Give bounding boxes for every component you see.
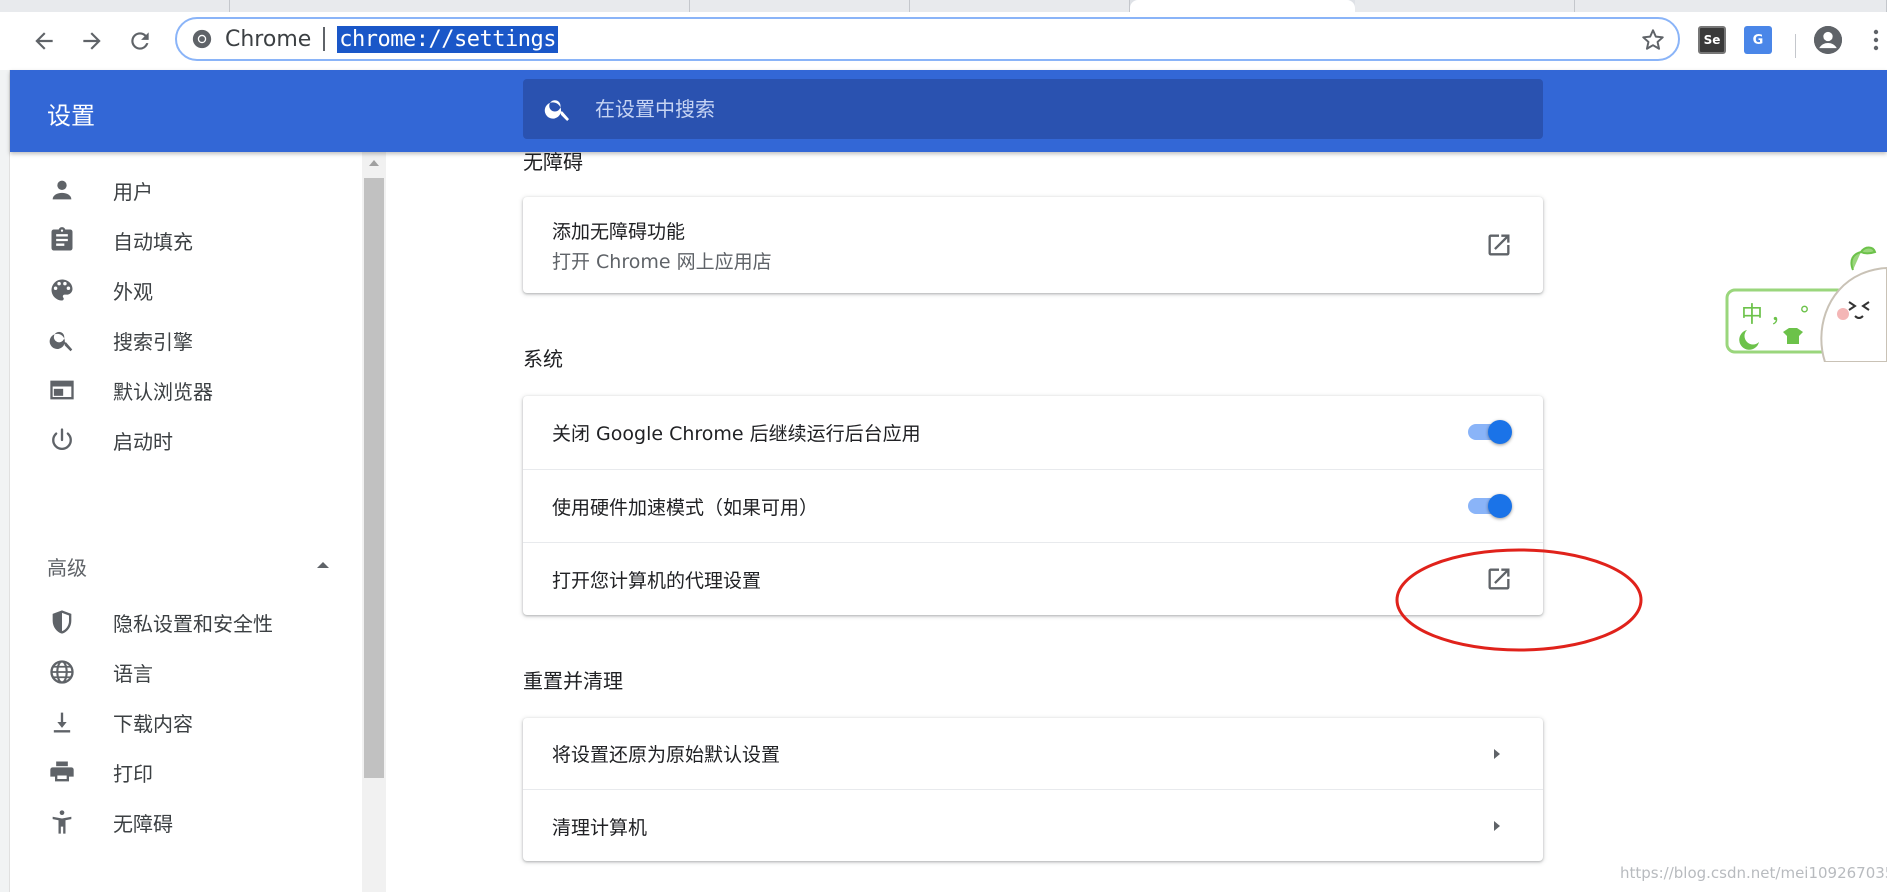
forward-button[interactable]	[76, 25, 108, 57]
restore-defaults-row[interactable]: 将设置还原为原始默认设置	[523, 718, 1543, 789]
page-title: 设置	[47, 102, 95, 130]
browser-tab[interactable]	[230, 0, 690, 12]
sidebar-item-label: 打印	[113, 761, 153, 786]
clipboard-icon	[48, 226, 76, 254]
row-label: 清理计算机	[552, 817, 648, 839]
browser-tab-active[interactable]	[1130, 0, 1355, 12]
toolbar-divider	[1795, 34, 1796, 58]
sidebar-scrollbar-thumb[interactable]	[364, 178, 384, 778]
window-edge	[0, 70, 10, 892]
chevron-right-icon	[1494, 749, 1500, 759]
sidebar-item-label: 无障碍	[113, 811, 173, 836]
sidebar-item-languages[interactable]: 语言	[10, 644, 362, 700]
reload-icon	[131, 32, 149, 50]
cleanup-computer-row[interactable]: 清理计算机	[523, 789, 1543, 861]
toggle-knob	[1488, 420, 1512, 444]
selenium-extension-icon[interactable]: Se	[1698, 26, 1726, 54]
shield-icon	[48, 608, 76, 636]
mascot-sign-text: 中 ， °	[1741, 303, 1810, 328]
sidebar-item-appearance[interactable]: 外观	[10, 262, 362, 318]
row-sublabel: 打开 Chrome 网上应用店	[552, 251, 772, 273]
browser-icon	[48, 376, 76, 404]
sidebar-advanced-heading[interactable]: 高级	[47, 552, 87, 581]
section-title-reset: 重置并清理	[523, 669, 623, 693]
search-icon	[48, 326, 76, 354]
accessibility-icon	[48, 808, 76, 836]
person-icon	[48, 176, 76, 204]
row-label: 打开您计算机的代理设置	[552, 570, 762, 592]
download-icon	[48, 708, 76, 736]
site-chip-label: Chrome	[225, 26, 312, 52]
accessibility-card: 添加无障碍功能 打开 Chrome 网上应用店	[523, 197, 1543, 293]
address-bar[interactable]: Chrome chrome://settings	[175, 17, 1680, 61]
sidebar-item-label: 语言	[113, 661, 153, 686]
toggle-knob	[1488, 494, 1512, 518]
sidebar-item-label: 启动时	[113, 429, 173, 454]
tab-strip	[0, 0, 1887, 12]
reset-card: 将设置还原为原始默认设置 清理计算机	[523, 718, 1543, 861]
watermark-text: https://blog.csdn.net/mei1092670355	[1620, 864, 1887, 882]
hardware-acceleration-toggle[interactable]	[1466, 492, 1514, 520]
printer-icon	[48, 758, 76, 786]
section-title-system: 系统	[523, 347, 563, 371]
browser-toolbar: Chrome chrome://settings Se G	[0, 12, 1887, 70]
sidebar-item-label: 默认浏览器	[113, 379, 213, 404]
sidebar-item-privacy[interactable]: 隐私设置和安全性	[10, 594, 362, 650]
sidebar-item-label: 隐私设置和安全性	[113, 611, 273, 636]
chrome-logo-icon	[191, 28, 213, 50]
kebab-menu-icon[interactable]	[1870, 26, 1882, 54]
row-label: 将设置还原为原始默认设置	[552, 744, 781, 766]
settings-header: 设置	[10, 70, 1887, 152]
sidebar-item-label: 用户	[113, 179, 153, 204]
hardware-acceleration-row[interactable]: 使用硬件加速模式（如果可用）	[523, 469, 1543, 542]
sidebar-item-printing[interactable]: 打印	[10, 744, 362, 800]
ime-mascot-widget[interactable]: 中 ， °	[1725, 222, 1887, 362]
globe-icon	[48, 658, 76, 686]
omnibox-separator	[323, 27, 326, 51]
proxy-settings-row[interactable]: 打开您计算机的代理设置	[523, 542, 1543, 615]
account-avatar-icon[interactable]	[1814, 26, 1842, 54]
sidebar-item-label: 自动填充	[113, 229, 193, 254]
browser-tab[interactable]	[0, 0, 230, 12]
row-label: 添加无障碍功能	[552, 221, 686, 243]
row-label: 关闭 Google Chrome 后继续运行后台应用	[552, 423, 921, 445]
url-text[interactable]: chrome://settings	[337, 25, 558, 53]
browser-tab[interactable]	[1355, 0, 1575, 12]
chevron-right-icon	[1494, 821, 1500, 831]
red-annotation-circle	[1395, 548, 1643, 652]
add-accessibility-features-row[interactable]: 添加无障碍功能 打开 Chrome 网上应用店	[523, 197, 1543, 293]
bookmark-star-icon[interactable]	[1640, 27, 1666, 53]
sidebar-item-default-browser[interactable]: 默认浏览器	[10, 362, 362, 418]
reload-button[interactable]	[124, 25, 156, 57]
sidebar-item-on-startup[interactable]: 启动时	[10, 412, 362, 468]
back-button[interactable]	[28, 25, 60, 57]
arrow-right-icon	[83, 32, 101, 50]
background-apps-toggle[interactable]	[1466, 418, 1514, 446]
translate-extension-icon[interactable]: G	[1744, 26, 1772, 54]
browser-tab[interactable]	[910, 0, 1130, 12]
arrow-left-icon	[35, 32, 53, 50]
sidebar-item-label: 外观	[113, 279, 153, 304]
row-label: 使用硬件加速模式（如果可用）	[552, 497, 819, 519]
palette-icon	[48, 276, 76, 304]
scroll-up-arrow-icon[interactable]	[368, 158, 380, 168]
sidebar-item-label: 下载内容	[113, 711, 193, 736]
settings-search-box[interactable]	[523, 79, 1543, 139]
sidebar-item-autofill[interactable]: 自动填充	[10, 212, 362, 268]
sidebar-item-people[interactable]: 用户	[10, 162, 362, 218]
sidebar-item-downloads[interactable]: 下载内容	[10, 694, 362, 750]
system-card: 关闭 Google Chrome 后继续运行后台应用 使用硬件加速模式（如果可用…	[523, 396, 1543, 615]
settings-sidebar: 用户 自动填充 外观 搜索引擎 默认浏览器 启动时 高级 隐私设置和安全性 语言…	[10, 152, 362, 892]
sidebar-item-label: 搜索引擎	[113, 329, 193, 354]
search-icon	[544, 100, 569, 121]
browser-tab[interactable]	[690, 0, 910, 12]
browser-tab[interactable]	[1575, 0, 1887, 12]
power-icon	[48, 426, 76, 454]
sidebar-item-search-engine[interactable]: 搜索引擎	[10, 312, 362, 368]
background-apps-row[interactable]: 关闭 Google Chrome 后继续运行后台应用	[523, 396, 1543, 469]
caret-up-icon[interactable]	[314, 558, 332, 572]
search-input[interactable]	[593, 89, 1543, 129]
open-in-new-icon[interactable]	[1485, 231, 1513, 259]
sidebar-item-accessibility[interactable]: 无障碍	[10, 794, 362, 850]
